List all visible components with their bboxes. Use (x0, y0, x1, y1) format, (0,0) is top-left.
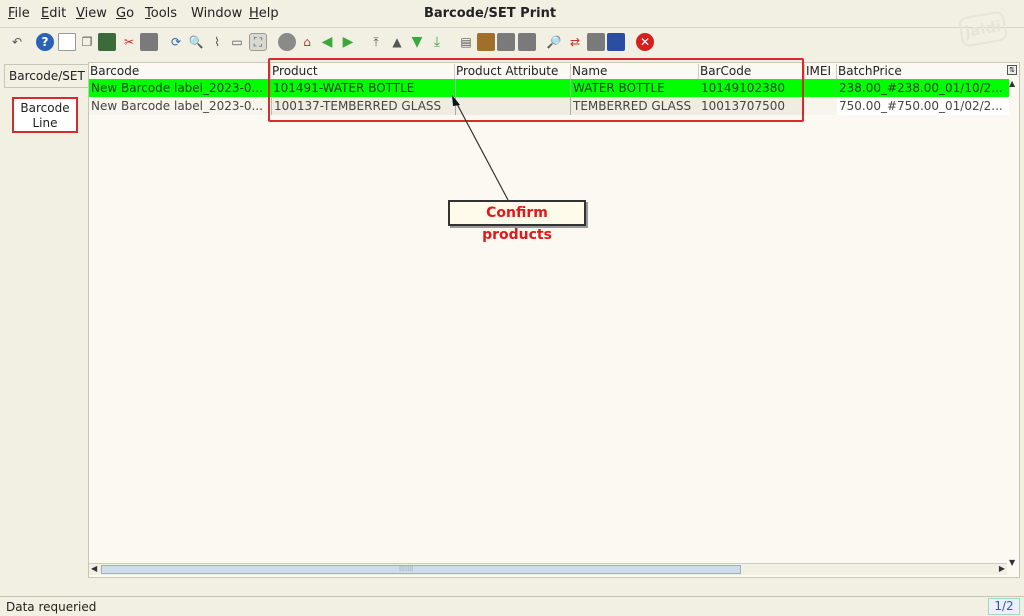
previous-record-icon[interactable]: ▲ (388, 33, 406, 51)
status-bar: Data requeried 1/2 (0, 596, 1024, 616)
tab-barcode-line-label-2: Line (32, 116, 58, 130)
workflow-icon[interactable]: ⇄ (566, 33, 584, 51)
help-icon[interactable]: ? (36, 33, 54, 51)
record-page-indicator[interactable]: 1/2 (988, 598, 1020, 615)
undo-icon[interactable]: ↶ (8, 33, 26, 51)
zoom-across-icon[interactable]: 🔎 (545, 33, 563, 51)
parent-record-icon[interactable]: ◀ (318, 33, 336, 51)
report-icon[interactable]: ▤ (457, 33, 475, 51)
save-icon[interactable] (98, 33, 116, 51)
cell-imei[interactable] (805, 81, 837, 97)
archive-icon[interactable] (477, 33, 495, 51)
first-record-icon[interactable]: ⤒ (367, 33, 385, 51)
toolbar: ↶ ? ❐ ✂ ⟳ 🔍 ⌇ ▭ ⛶ ⌂ ◀ ▶ ⤒ ▲ ▼ ⤓ ▤ 🔎 ⇄ ✕ (0, 28, 1024, 58)
cell-imei[interactable] (805, 99, 837, 115)
print-icon[interactable] (518, 33, 536, 51)
scroll-down-icon[interactable]: ▼ (1009, 558, 1015, 567)
detail-record-icon[interactable]: ▶ (339, 33, 357, 51)
print-preview-icon[interactable] (497, 33, 515, 51)
copy-record-icon[interactable]: ❐ (78, 33, 96, 51)
menu-bar: File Edit View Go Tools Window Help Barc… (0, 0, 1024, 28)
column-header-barcode[interactable]: Barcode (89, 64, 271, 79)
history-icon[interactable] (278, 33, 296, 51)
cell-batchprice[interactable]: 750.00_#750.00_01/02/2... (837, 97, 1009, 115)
product-info-icon[interactable] (607, 33, 625, 51)
close-window-icon[interactable]: ✕ (636, 33, 654, 51)
tab-barcode-line-label-1: Barcode (20, 101, 70, 115)
horizontal-scrollbar[interactable]: ◀ ||||||| ▶ (89, 563, 1007, 575)
scroll-up-icon[interactable]: ▲ (1009, 79, 1015, 88)
cell-batchprice[interactable]: 238.00_#238.00_01/10/2... (837, 81, 1009, 97)
find-icon[interactable]: 🔍 (187, 33, 205, 51)
delete-icon[interactable]: ✂ (120, 33, 138, 51)
cell-barcode[interactable]: New Barcode label_2023-0... (89, 99, 271, 115)
last-record-icon[interactable]: ⤓ (428, 33, 446, 51)
next-record-icon[interactable]: ▼ (408, 33, 426, 51)
scroll-grip-icon: ||||||| (399, 565, 414, 572)
chat-icon[interactable]: ▭ (228, 33, 246, 51)
cell-barcode[interactable]: New Barcode label_2023-0... (89, 81, 271, 97)
refresh-icon[interactable]: ⟳ (167, 33, 185, 51)
request-icon[interactable] (587, 33, 605, 51)
grid-toggle-icon[interactable]: ⛶ (249, 33, 267, 51)
record-grid: Barcode Product Product Attribute Name B… (88, 62, 1020, 578)
horizontal-scroll-thumb[interactable] (101, 565, 741, 574)
annotation-callout: Confirm products (448, 200, 586, 243)
vertical-scrollbar[interactable]: ▲ ▼ (1007, 79, 1019, 567)
scroll-right-icon[interactable]: ▶ (999, 564, 1005, 573)
tab-barcode-line[interactable]: Barcode Line (12, 97, 78, 133)
save-disabled-icon[interactable] (140, 33, 158, 51)
column-header-batchprice[interactable]: BatchPrice (837, 64, 1009, 79)
attachment-icon[interactable]: ⌇ (208, 33, 226, 51)
column-chooser-icon[interactable]: ⇅ (1007, 65, 1017, 75)
home-icon[interactable]: ⌂ (298, 33, 316, 51)
window-title: Barcode/SET Print (423, 6, 557, 21)
tab-barcode-set[interactable]: Barcode/SET (4, 64, 88, 88)
column-header-imei[interactable]: IMEI (805, 64, 837, 79)
scroll-left-icon[interactable]: ◀ (91, 564, 97, 573)
status-message: Data requeried (6, 600, 97, 614)
new-record-icon[interactable] (58, 33, 76, 51)
annotation-highlight-box (268, 58, 804, 122)
